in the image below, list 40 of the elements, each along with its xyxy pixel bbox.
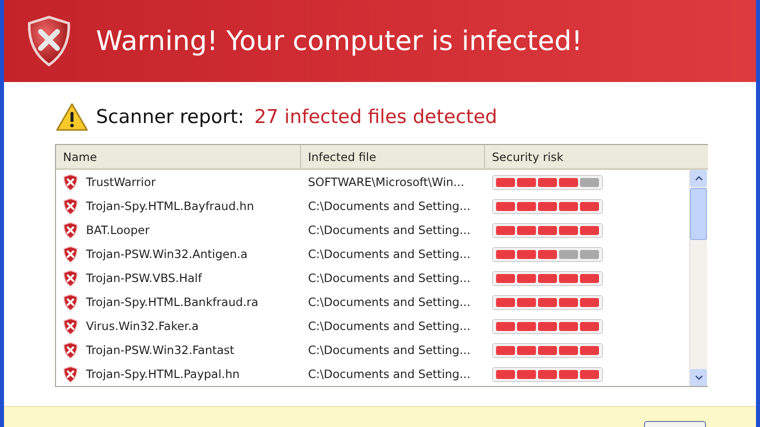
column-header[interactable]: Infected file: [301, 145, 485, 168]
file-path: C:\Documents and Setting...: [308, 247, 470, 261]
threat-name: Trojan-PSW.VBS.Half: [86, 271, 202, 285]
scroll-thumb[interactable]: [690, 188, 707, 240]
shield-error-icon: [63, 270, 78, 286]
threat-name: Trojan-Spy.HTML.Paypal.hn: [86, 367, 240, 381]
file-path: C:\Documents and Setting...: [308, 295, 470, 309]
warning-icon: [55, 102, 89, 132]
threat-name: Virus.Win32.Faker.a: [86, 319, 199, 333]
file-path: C:\Documents and Setting...: [308, 319, 470, 333]
threat-name: Trojan-PSW.Win32.Fantast: [86, 343, 234, 357]
report-result: 27 infected files detected: [254, 106, 498, 128]
shield-error-icon: [26, 15, 72, 67]
shield-error-icon: [63, 366, 78, 382]
warning-title: Warning! Your computer is infected!: [96, 26, 582, 56]
shield-error-icon: [63, 294, 78, 310]
shield-error-icon: [63, 318, 78, 334]
activate-button[interactable]: [644, 421, 706, 427]
threat-name: Trojan-Spy.HTML.Bayfraud.hn: [86, 199, 254, 213]
file-path: C:\Documents and Setting...: [308, 343, 470, 357]
shield-error-icon: [63, 174, 78, 190]
file-path: C:\Documents and Setting...: [308, 199, 470, 213]
report-label: Scanner report:: [96, 106, 244, 128]
file-path: SOFTWARE\Microsoft\Win...: [308, 175, 464, 189]
shield-error-icon: [63, 246, 78, 262]
threat-name: Trojan-PSW.Win32.Antigen.a: [86, 247, 248, 261]
shield-error-icon: [63, 222, 78, 238]
shield-error-icon: [63, 198, 78, 214]
file-path: C:\Documents and Setting...: [308, 223, 470, 237]
shield-error-icon: [63, 342, 78, 358]
column-header[interactable]: Security risk: [485, 145, 708, 168]
threat-name: TrustWarrior: [86, 175, 156, 189]
threat-name: BAT.Looper: [86, 223, 150, 237]
scroll-up-icon: [694, 176, 702, 181]
threat-name: Trojan-Spy.HTML.Bankfraud.ra: [86, 295, 258, 309]
column-header[interactable]: Name: [56, 145, 301, 168]
scrollbar[interactable]: [689, 170, 707, 386]
file-path: C:\Documents and Setting...: [308, 271, 470, 285]
scroll-down-icon: [694, 375, 702, 380]
file-path: C:\Documents and Setting...: [308, 367, 470, 381]
